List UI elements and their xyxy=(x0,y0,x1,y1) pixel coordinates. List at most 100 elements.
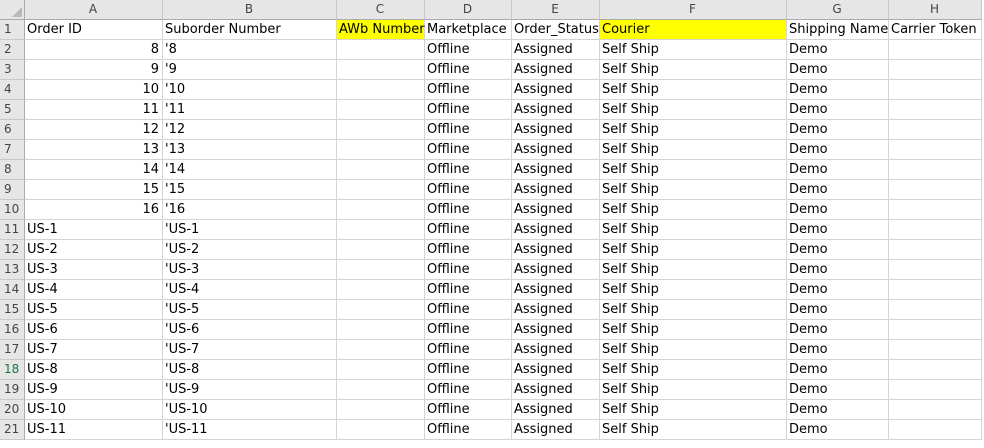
cell-courier[interactable]: Self Ship xyxy=(600,60,787,80)
cell-order-id[interactable]: US-11 xyxy=(25,420,163,440)
cell-marketplace[interactable]: Offline xyxy=(425,340,512,360)
cell-courier[interactable]: Self Ship xyxy=(600,40,787,60)
cell-suborder-number[interactable]: 'US-3 xyxy=(163,260,337,280)
header-cell-marketplace[interactable]: Marketplace xyxy=(425,20,512,40)
cell-order-status[interactable]: Assigned xyxy=(512,100,600,120)
cell-shipping-name[interactable]: Demo xyxy=(787,260,889,280)
cell-suborder-number[interactable]: 'US-10 xyxy=(163,400,337,420)
cell-courier[interactable]: Self Ship xyxy=(600,380,787,400)
row-header[interactable]: 3 xyxy=(0,60,25,80)
cell-order-id[interactable]: 12 xyxy=(25,120,163,140)
row-header[interactable]: 2 xyxy=(0,40,25,60)
cell-carrier-token[interactable] xyxy=(889,100,982,120)
cell-marketplace[interactable]: Offline xyxy=(425,400,512,420)
cell-suborder-number[interactable]: 'US-5 xyxy=(163,300,337,320)
row-header[interactable]: 13 xyxy=(0,260,25,280)
cell-courier[interactable]: Self Ship xyxy=(600,220,787,240)
cell-shipping-name[interactable]: Demo xyxy=(787,80,889,100)
cell-awb-number[interactable] xyxy=(337,120,425,140)
cell-marketplace[interactable]: Offline xyxy=(425,220,512,240)
cell-order-id[interactable]: US-3 xyxy=(25,260,163,280)
cell-courier[interactable]: Self Ship xyxy=(600,180,787,200)
cell-shipping-name[interactable]: Demo xyxy=(787,200,889,220)
cell-suborder-number[interactable]: 'US-9 xyxy=(163,380,337,400)
cell-awb-number[interactable] xyxy=(337,220,425,240)
column-header-h[interactable]: H xyxy=(889,0,982,20)
cell-suborder-number[interactable]: 'US-4 xyxy=(163,280,337,300)
cell-courier[interactable]: Self Ship xyxy=(600,280,787,300)
column-header-g[interactable]: G xyxy=(787,0,889,20)
cell-awb-number[interactable] xyxy=(337,380,425,400)
cell-shipping-name[interactable]: Demo xyxy=(787,40,889,60)
cell-order-status[interactable]: Assigned xyxy=(512,260,600,280)
cell-shipping-name[interactable]: Demo xyxy=(787,360,889,380)
row-header[interactable]: 21 xyxy=(0,420,25,440)
cell-courier[interactable]: Self Ship xyxy=(600,400,787,420)
cell-courier[interactable]: Self Ship xyxy=(600,240,787,260)
row-header[interactable]: 20 xyxy=(0,400,25,420)
cell-awb-number[interactable] xyxy=(337,420,425,440)
header-cell-carrier-token[interactable]: Carrier Token xyxy=(889,20,982,40)
cell-order-status[interactable]: Assigned xyxy=(512,80,600,100)
row-header[interactable]: 15 xyxy=(0,300,25,320)
column-header-f[interactable]: F xyxy=(600,0,787,20)
cell-carrier-token[interactable] xyxy=(889,260,982,280)
row-header[interactable]: 11 xyxy=(0,220,25,240)
cell-order-id[interactable]: US-10 xyxy=(25,400,163,420)
header-cell-shipping-name[interactable]: Shipping Name xyxy=(787,20,889,40)
cell-courier[interactable]: Self Ship xyxy=(600,420,787,440)
cell-order-id[interactable]: US-5 xyxy=(25,300,163,320)
header-cell-courier[interactable]: Courier xyxy=(600,20,787,40)
cell-order-id[interactable]: 14 xyxy=(25,160,163,180)
cell-order-id[interactable]: US-4 xyxy=(25,280,163,300)
cell-courier[interactable]: Self Ship xyxy=(600,80,787,100)
cell-marketplace[interactable]: Offline xyxy=(425,380,512,400)
cell-order-status[interactable]: Assigned xyxy=(512,300,600,320)
cell-carrier-token[interactable] xyxy=(889,200,982,220)
cell-order-id[interactable]: 10 xyxy=(25,80,163,100)
cell-marketplace[interactable]: Offline xyxy=(425,200,512,220)
cell-carrier-token[interactable] xyxy=(889,300,982,320)
cell-carrier-token[interactable] xyxy=(889,220,982,240)
cell-carrier-token[interactable] xyxy=(889,380,982,400)
cell-shipping-name[interactable]: Demo xyxy=(787,220,889,240)
cell-courier[interactable]: Self Ship xyxy=(600,360,787,380)
cell-carrier-token[interactable] xyxy=(889,280,982,300)
cell-suborder-number[interactable]: '13 xyxy=(163,140,337,160)
cell-suborder-number[interactable]: '11 xyxy=(163,100,337,120)
cell-suborder-number[interactable]: 'US-1 xyxy=(163,220,337,240)
cell-order-id[interactable]: 8 xyxy=(25,40,163,60)
cell-marketplace[interactable]: Offline xyxy=(425,120,512,140)
cell-order-id[interactable]: US-9 xyxy=(25,380,163,400)
row-header[interactable]: 12 xyxy=(0,240,25,260)
cell-suborder-number[interactable]: 'US-6 xyxy=(163,320,337,340)
row-header[interactable]: 7 xyxy=(0,140,25,160)
cell-order-id[interactable]: US-8 xyxy=(25,360,163,380)
cell-carrier-token[interactable] xyxy=(889,360,982,380)
cell-marketplace[interactable]: Offline xyxy=(425,80,512,100)
cell-order-status[interactable]: Assigned xyxy=(512,420,600,440)
cell-carrier-token[interactable] xyxy=(889,40,982,60)
cell-order-status[interactable]: Assigned xyxy=(512,120,600,140)
cell-carrier-token[interactable] xyxy=(889,340,982,360)
cell-marketplace[interactable]: Offline xyxy=(425,320,512,340)
cell-marketplace[interactable]: Offline xyxy=(425,60,512,80)
cell-awb-number[interactable] xyxy=(337,360,425,380)
cell-awb-number[interactable] xyxy=(337,280,425,300)
cell-awb-number[interactable] xyxy=(337,300,425,320)
cell-suborder-number[interactable]: 'US-11 xyxy=(163,420,337,440)
column-header-d[interactable]: D xyxy=(425,0,512,20)
cell-suborder-number[interactable]: '8 xyxy=(163,40,337,60)
cell-marketplace[interactable]: Offline xyxy=(425,280,512,300)
cell-courier[interactable]: Self Ship xyxy=(600,340,787,360)
header-cell-order-id[interactable]: Order ID xyxy=(25,20,163,40)
cell-carrier-token[interactable] xyxy=(889,80,982,100)
cell-order-id[interactable]: US-7 xyxy=(25,340,163,360)
cell-shipping-name[interactable]: Demo xyxy=(787,160,889,180)
row-header[interactable]: 1 xyxy=(0,20,25,40)
cell-shipping-name[interactable]: Demo xyxy=(787,240,889,260)
cell-awb-number[interactable] xyxy=(337,160,425,180)
cell-shipping-name[interactable]: Demo xyxy=(787,340,889,360)
cell-order-status[interactable]: Assigned xyxy=(512,280,600,300)
column-header-c[interactable]: C xyxy=(337,0,425,20)
